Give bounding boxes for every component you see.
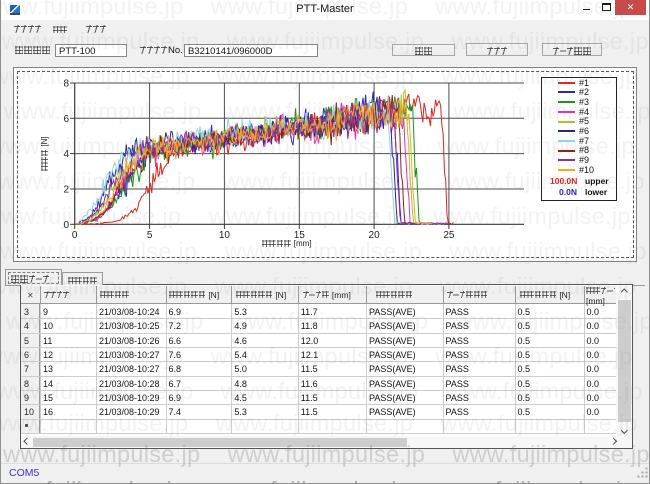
svg-text:20: 20 [369, 230, 381, 241]
svg-text:10: 10 [219, 230, 231, 241]
svg-text:0: 0 [63, 220, 69, 231]
svg-text:25: 25 [443, 230, 455, 241]
svg-text:4: 4 [63, 149, 69, 160]
svg-text:2: 2 [63, 185, 69, 196]
svg-text:0: 0 [72, 230, 78, 241]
svg-text:6: 6 [63, 114, 69, 125]
svg-text:5: 5 [147, 230, 153, 241]
svg-text:8: 8 [63, 79, 69, 90]
